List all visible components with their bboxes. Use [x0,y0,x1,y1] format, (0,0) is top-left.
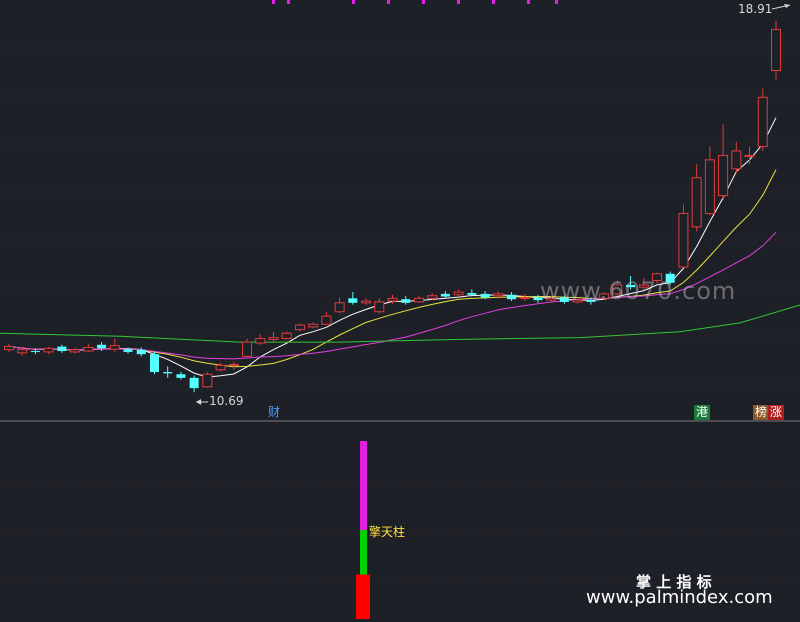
ma-line [8,169,777,368]
top-marker [352,0,355,4]
candle-body [308,323,319,328]
top-markers [272,0,558,4]
high-arrow [771,4,791,10]
low-arrow [196,399,209,405]
candle-body [228,363,239,366]
candle-body [70,349,81,353]
candle-body [43,347,54,353]
candle-body [123,349,133,352]
candle-body [83,346,94,352]
candle-body [109,345,120,350]
candle-body [334,302,345,313]
candle-body [427,295,438,299]
candle-body [321,315,332,325]
zhang-tag: 涨 [768,405,785,420]
top-marker [422,0,425,4]
candle-body [757,96,768,147]
top-marker [555,0,558,4]
gang-tag: 港 [694,405,711,420]
candle-body [242,341,253,357]
candle-body [57,346,67,352]
candle-body [202,373,213,388]
indicator-label: 擎天柱 [369,525,406,539]
candle-body [480,293,490,298]
candle-body [189,377,199,389]
candle-body [17,349,28,354]
top-marker [287,0,290,4]
candle-body [678,212,689,268]
candle-body [771,28,781,72]
top-marker [272,0,275,4]
price-low-label: 10.69 [209,394,244,408]
candle-body [467,292,477,295]
cai-tag: 财 [268,405,281,419]
candle-body [361,300,372,304]
candle-body [163,372,173,374]
url-watermark: www.palmindex.com [586,587,773,608]
candle-body [136,349,146,355]
bang-tag: 榜 [753,405,770,420]
candle-body [268,337,279,340]
low-arrow-head [196,399,202,405]
candle-body [744,154,755,157]
candle-body [691,177,702,228]
candle-body [149,354,159,373]
candle-body [731,150,742,170]
candle-body [97,344,107,349]
candle-body [4,346,14,351]
candle-body [704,159,715,214]
faint-watermark: www.6070.com [540,277,737,305]
candle-body [493,293,504,297]
top-marker [492,0,495,4]
indicator-segment [360,530,367,575]
indicator-segment [360,441,367,530]
candle-body [215,364,226,371]
top-marker [457,0,460,4]
gridlines [0,47,800,583]
indicator-bar [356,441,370,619]
candle-body [30,351,40,353]
candle-body [255,338,266,344]
candle-body [348,298,358,303]
candle-body [718,154,729,197]
candle-body [507,294,517,300]
candle-body [519,296,530,299]
candle-body [413,297,424,303]
ma-line [8,117,777,378]
ma-line [0,304,800,343]
price-high-label: 18.91 [738,2,773,16]
indicator-segment [356,574,370,619]
top-marker [527,0,530,4]
candle-body [401,299,411,303]
candle-body [440,293,450,297]
candle-body [294,324,305,331]
candle-body [453,291,464,296]
candle-body [387,297,398,302]
candle-body [281,332,292,340]
top-marker [387,0,390,4]
candle-body [374,301,385,313]
candle-body [176,374,186,378]
